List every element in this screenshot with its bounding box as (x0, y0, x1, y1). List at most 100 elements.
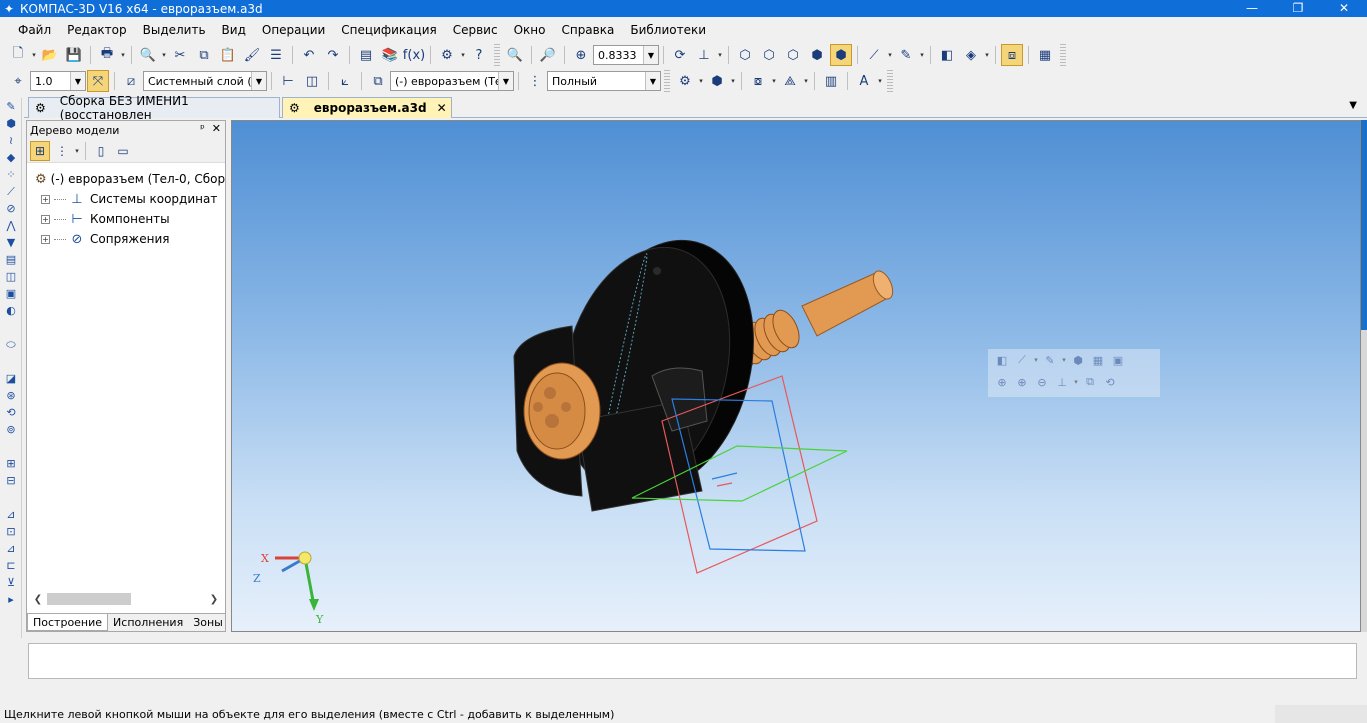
spec-icon[interactable]: ▦ (1034, 44, 1056, 66)
minimize-button[interactable]: — (1229, 0, 1275, 17)
structure-icon[interactable]: ⊞ (1, 455, 21, 472)
tree-view-dropdown[interactable]: ▾ (73, 147, 81, 155)
step-cursor-icon[interactable]: ⌖ (7, 70, 29, 92)
object-filter-icon[interactable]: ◧ (936, 44, 958, 66)
tree-collapse-icon[interactable]: ▭ (113, 141, 133, 161)
preview-icon[interactable]: 🔍 (137, 44, 159, 66)
rotate-view-icon[interactable]: ⟲ (1100, 376, 1120, 389)
tree-structure-icon[interactable]: ⊞ (30, 140, 50, 161)
print-dropdown[interactable]: ▾ (119, 51, 127, 59)
extrude-icon[interactable]: ⬢ (706, 70, 728, 92)
orientation-dropdown[interactable]: ▾ (1072, 378, 1080, 386)
menu-view[interactable]: Вид (214, 23, 254, 37)
orientation-icon[interactable]: ⊥ (693, 44, 715, 66)
wireframe-icon[interactable]: ⬡ (734, 44, 756, 66)
view-orient-icon[interactable]: ◧ (992, 354, 1012, 367)
tab-executions[interactable]: Исполнения (108, 614, 188, 631)
aux-geometry-icon[interactable]: ⟋ (1, 183, 21, 200)
edit-assembly-icon[interactable]: ✎ (1, 98, 21, 115)
copy-icon[interactable]: ⧉ (193, 44, 215, 66)
magnet-icon[interactable]: ⧈ (1001, 44, 1023, 66)
save-view-icon[interactable]: ▣ (1108, 354, 1128, 367)
tree-item-mates[interactable]: + ⊘ Сопряжения (27, 229, 225, 249)
zoom-in-icon[interactable]: ⊕ (570, 44, 592, 66)
aux-geometry-icon[interactable]: ⟁ (779, 70, 801, 92)
mold-icon[interactable]: ⊟ (1, 472, 21, 489)
toolbar-grip[interactable] (494, 44, 500, 66)
tolerance-icon[interactable]: ⊏ (1, 557, 21, 574)
perspective-icon[interactable]: ⟋ (863, 44, 885, 66)
curves-icon[interactable]: ≀ (1, 132, 21, 149)
menu-libraries[interactable]: Библиотеки (622, 23, 714, 37)
section-icon[interactable]: ✎ (895, 44, 917, 66)
chevron-down-icon[interactable]: ▼ (645, 72, 660, 90)
measure-icon[interactable]: ⋀ (1, 217, 21, 234)
assembly-icon[interactable]: ⚙ (674, 70, 696, 92)
solid-icon[interactable]: ⬢ (1, 115, 21, 132)
report-icon[interactable]: ◫ (1, 268, 21, 285)
menu-operations[interactable]: Операции (254, 23, 333, 37)
designation-dropdown[interactable]: ▾ (876, 77, 884, 85)
mate-icon[interactable]: ▥ (820, 70, 842, 92)
annotation-icon[interactable]: ⊡ (1, 523, 21, 540)
tree-view-icon[interactable]: ⋮ (52, 141, 72, 161)
extrude-dropdown[interactable]: ▾ (729, 77, 737, 85)
perspective-dropdown[interactable]: ▾ (1032, 356, 1040, 364)
paste-icon[interactable]: 📋 (217, 44, 239, 66)
filter-icon[interactable]: ▼ (1, 234, 21, 251)
scroll-thumb[interactable] (1361, 120, 1367, 330)
snap-icon[interactable]: ⤧ (87, 70, 109, 92)
close-button[interactable]: ✕ (1321, 0, 1367, 17)
menu-service[interactable]: Сервис (445, 23, 506, 37)
sheet-metal-icon[interactable]: ◐ (1, 302, 21, 319)
print-icon[interactable]: 🖶 (96, 44, 118, 66)
tree-horizontal-scrollbar[interactable]: ❮ ❯ (31, 591, 221, 607)
model-viewport[interactable]: X Z Y ◧ ⟋ ▾ ✎ ▾ ⬢ ▦ ▣ ⊕ ⊕ ⊖ ⊥ ▾ ⧉ ⟲ (231, 120, 1361, 632)
weld-icon[interactable]: ◪ (1, 370, 21, 387)
chevron-down-icon[interactable]: ▼ (643, 46, 658, 64)
chevron-down-icon[interactable]: ▼ (498, 72, 513, 90)
new-file-icon[interactable]: 🗋 (7, 44, 29, 66)
menu-file[interactable]: Файл (10, 23, 59, 37)
scroll-right-icon[interactable]: ❯ (207, 594, 221, 605)
menu-help[interactable]: Справка (553, 23, 622, 37)
tab-assembly-unnamed[interactable]: ⚙ Сборка БЕЗ ИМЕНИ1 (восстановлен (28, 94, 280, 122)
tree-item-coordinate-systems[interactable]: + ⊥ Системы координат (27, 189, 225, 209)
tab-build[interactable]: Построение (27, 614, 109, 631)
roughness-icon[interactable]: ⊻ (1, 574, 21, 591)
chevron-down-icon[interactable]: ▼ (251, 72, 266, 90)
pin-icon[interactable]: ᵖ (200, 122, 205, 135)
help-pointer-icon[interactable]: ? (468, 44, 490, 66)
perspective-icon[interactable]: ⟋ (1012, 353, 1032, 367)
menu-select[interactable]: Выделить (135, 23, 214, 37)
pipeline-icon[interactable]: ⬭ (1, 336, 21, 353)
library-icon[interactable]: 📚 (379, 44, 401, 66)
panel-close-icon[interactable]: ✕ (212, 122, 221, 135)
zoom-show-all-icon[interactable]: 🔎 (537, 44, 559, 66)
menu-edit[interactable]: Редактор (59, 23, 134, 37)
component-edit-icon[interactable]: ⧉ (367, 70, 389, 92)
expand-icon[interactable]: + (41, 194, 50, 204)
shaded-icon[interactable]: ⬢ (1068, 354, 1088, 367)
array-dropdown[interactable]: ▾ (770, 77, 778, 85)
tree-item-components[interactable]: + ⊢ Компоненты (27, 209, 225, 229)
thin-lines-icon[interactable]: ⬡ (782, 44, 804, 66)
display-mode-icon[interactable]: ⋮ (524, 70, 546, 92)
tab-overflow-icon[interactable]: ▼ (1349, 100, 1357, 111)
properties-icon[interactable]: ☰ (265, 44, 287, 66)
perspective-dropdown[interactable]: ▾ (886, 51, 894, 59)
leader-icon[interactable]: ⊿ (1, 540, 21, 557)
rotate-icon[interactable]: ⟳ (669, 44, 691, 66)
display-settings-dropdown[interactable]: ▾ (983, 51, 991, 59)
cut-icon[interactable]: ✂ (169, 44, 191, 66)
zoom-window-icon[interactable]: 🔍 (504, 44, 526, 66)
menu-specification[interactable]: Спецификация (333, 23, 444, 37)
spec-icon[interactable]: ▦ (1088, 354, 1108, 367)
toolbar-grip[interactable] (1060, 44, 1066, 66)
save-icon[interactable]: 💾 (63, 44, 85, 66)
undo-icon[interactable]: ↶ (298, 44, 320, 66)
preview-dropdown[interactable]: ▾ (160, 51, 168, 59)
dimension-icon[interactable]: ⊿ (1, 506, 21, 523)
more-tools-icon[interactable]: ▸ (1, 591, 21, 608)
measure-icon[interactable]: ⚙ (436, 44, 458, 66)
